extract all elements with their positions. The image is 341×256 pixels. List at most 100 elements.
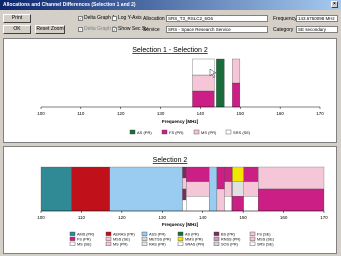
tick-label: 140 bbox=[199, 215, 207, 220]
allocation-block[interactable] bbox=[216, 188, 225, 212]
allocation-block[interactable] bbox=[186, 196, 210, 212]
bar-fs-pr-[interactable] bbox=[232, 82, 241, 108]
print-button[interactable]: Print bbox=[3, 14, 31, 23]
category-label: Category bbox=[273, 27, 294, 33]
allocation-block[interactable] bbox=[232, 166, 244, 182]
legend-swatch bbox=[141, 241, 148, 246]
legend-swatch bbox=[129, 129, 136, 135]
legend-label: SRS (SE) bbox=[233, 130, 251, 135]
legend-swatch bbox=[213, 231, 220, 236]
allocation-block[interactable] bbox=[71, 166, 110, 212]
bar-ms-pr-[interactable] bbox=[232, 58, 241, 84]
tick-label: 140 bbox=[197, 111, 205, 116]
allocation-block[interactable] bbox=[224, 166, 232, 182]
tick-label: 160 bbox=[280, 215, 288, 220]
legend-label: RNSS (PR) bbox=[221, 237, 241, 241]
legend-label: BS (PR) bbox=[221, 232, 236, 236]
checkbox-box[interactable]: ✓ bbox=[78, 26, 83, 32]
tick-label: 110 bbox=[78, 215, 86, 220]
allocation-block[interactable] bbox=[232, 196, 244, 212]
allocation-block[interactable] bbox=[258, 166, 325, 190]
legend-label: MS (SE) bbox=[77, 242, 92, 246]
tick-label: 130 bbox=[157, 111, 165, 116]
chart-bars bbox=[40, 166, 325, 212]
allocation-block[interactable] bbox=[232, 181, 244, 197]
allocation-field[interactable]: SRS_T3_RSLC2_6G6 bbox=[166, 15, 268, 22]
tick-label: 100 bbox=[37, 111, 45, 116]
legend-label: AS (PR) bbox=[185, 232, 200, 236]
chart-title: Selection 2 bbox=[153, 157, 188, 164]
checkbox-box[interactable] bbox=[112, 15, 117, 21]
allocation-block[interactable] bbox=[243, 166, 259, 182]
selection2-chart[interactable]: Selection 2 100 110 120 130 140 150 160 170 Fre… bbox=[4, 147, 336, 253]
legend-swatch bbox=[213, 241, 220, 246]
bar-ms-pr-[interactable] bbox=[192, 74, 215, 92]
checkbox-box[interactable]: ✓ bbox=[78, 15, 83, 21]
allocation-block[interactable] bbox=[40, 166, 72, 212]
selection2-panel: Selection 2 100 110 120 130 140 150 160 170 Fre… bbox=[3, 146, 337, 254]
legend-label: MSS (SE) bbox=[257, 237, 275, 241]
tick-label: 110 bbox=[77, 111, 85, 116]
allocation-block[interactable] bbox=[243, 196, 259, 212]
allocation-block[interactable] bbox=[243, 181, 259, 197]
allocation-block[interactable] bbox=[186, 166, 210, 182]
legend-swatch bbox=[249, 241, 256, 246]
chart-legend: AS (PR) FS (PR) MS (PR) SRS (SE) bbox=[129, 129, 251, 135]
bar-as-pr-[interactable] bbox=[216, 58, 225, 108]
legend-label: FS (SE) bbox=[257, 232, 271, 236]
legend-label: METSS (PR) bbox=[149, 237, 172, 241]
frequency-field[interactable]: 143.6750098 MHz bbox=[296, 15, 338, 22]
legend-swatch bbox=[141, 231, 148, 236]
legend-swatch bbox=[69, 241, 76, 246]
allocation-block[interactable] bbox=[182, 166, 187, 179]
allocation-block[interactable] bbox=[224, 196, 232, 212]
allocation-block[interactable] bbox=[109, 166, 183, 212]
legend-label: AMS (PR) bbox=[77, 232, 95, 236]
allocation-block[interactable] bbox=[182, 177, 187, 190]
tick-label: 120 bbox=[118, 215, 126, 220]
x-axis-ticks: 100 110 120 130 140 150 160 170 bbox=[37, 211, 328, 220]
allocation-block[interactable] bbox=[182, 188, 187, 201]
x-axis-label: Frequency [MHz] bbox=[162, 119, 199, 124]
log-y-label: Log Y-Axis bbox=[118, 15, 142, 21]
legend-label: FS (PR) bbox=[169, 130, 184, 135]
legend-label: RAS (PR) bbox=[149, 242, 166, 246]
allocation-block[interactable] bbox=[258, 188, 325, 212]
allocation-block[interactable] bbox=[182, 199, 187, 212]
legend-swatch bbox=[177, 236, 184, 241]
selection-diff-chart[interactable]: Selection 1 - Selection 2 100 110 120 130 14… bbox=[4, 39, 336, 142]
legend-swatch bbox=[249, 231, 256, 236]
service-field[interactable]: SRS - Space Research Service bbox=[166, 26, 268, 33]
log-y-checkbox[interactable]: Log Y-Axis bbox=[112, 15, 142, 21]
allocation-block[interactable] bbox=[209, 166, 218, 212]
legend-label: SRS (SE) bbox=[257, 242, 274, 246]
legend-swatch bbox=[105, 241, 112, 246]
legend-swatch bbox=[225, 129, 232, 135]
legend-swatch bbox=[177, 231, 184, 236]
toolbar: Print OK Reset Zoom ✓ Delta Graph 1 Log Y… bbox=[0, 10, 341, 38]
legend-label: ASS (PR) bbox=[149, 232, 166, 236]
legend-swatch bbox=[105, 236, 112, 241]
allocation-block[interactable] bbox=[186, 181, 210, 197]
delta-graph-checkbox[interactable]: ✓ Delta Graph 1 bbox=[78, 15, 115, 21]
bar-fs-pr-[interactable] bbox=[192, 90, 215, 108]
legend-swatch bbox=[69, 236, 76, 241]
delta-graph2-checkbox[interactable]: ✓ Delta Graph 2 bbox=[78, 26, 115, 32]
allocation-block[interactable] bbox=[216, 166, 225, 190]
tick-label: 120 bbox=[117, 111, 125, 116]
close-button[interactable]: × bbox=[331, 1, 338, 8]
x-axis-ticks: 100 110 120 130 140 150 160 170 bbox=[37, 107, 324, 116]
legend-swatch bbox=[69, 231, 76, 236]
category-field[interactable]: SE secondary bbox=[296, 26, 338, 33]
legend-label: MMS (PR) bbox=[185, 237, 203, 241]
selection-diff-panel: Selection 1 - Selection 2 100 110 120 130 14… bbox=[3, 38, 337, 143]
checkbox-box[interactable]: ✓ bbox=[112, 26, 117, 32]
allocation-block[interactable] bbox=[224, 181, 232, 197]
reset-zoom-button[interactable]: Reset Zoom bbox=[35, 25, 65, 34]
window-titlebar: Allocations and Channel Differences (Sel… bbox=[0, 0, 341, 10]
legend-label: MS (PR) bbox=[113, 242, 128, 246]
ok-button[interactable]: OK bbox=[3, 25, 31, 34]
legend-label: SOS (PR) bbox=[221, 242, 239, 246]
legend-swatch bbox=[161, 129, 168, 135]
tick-label: 150 bbox=[237, 111, 245, 116]
